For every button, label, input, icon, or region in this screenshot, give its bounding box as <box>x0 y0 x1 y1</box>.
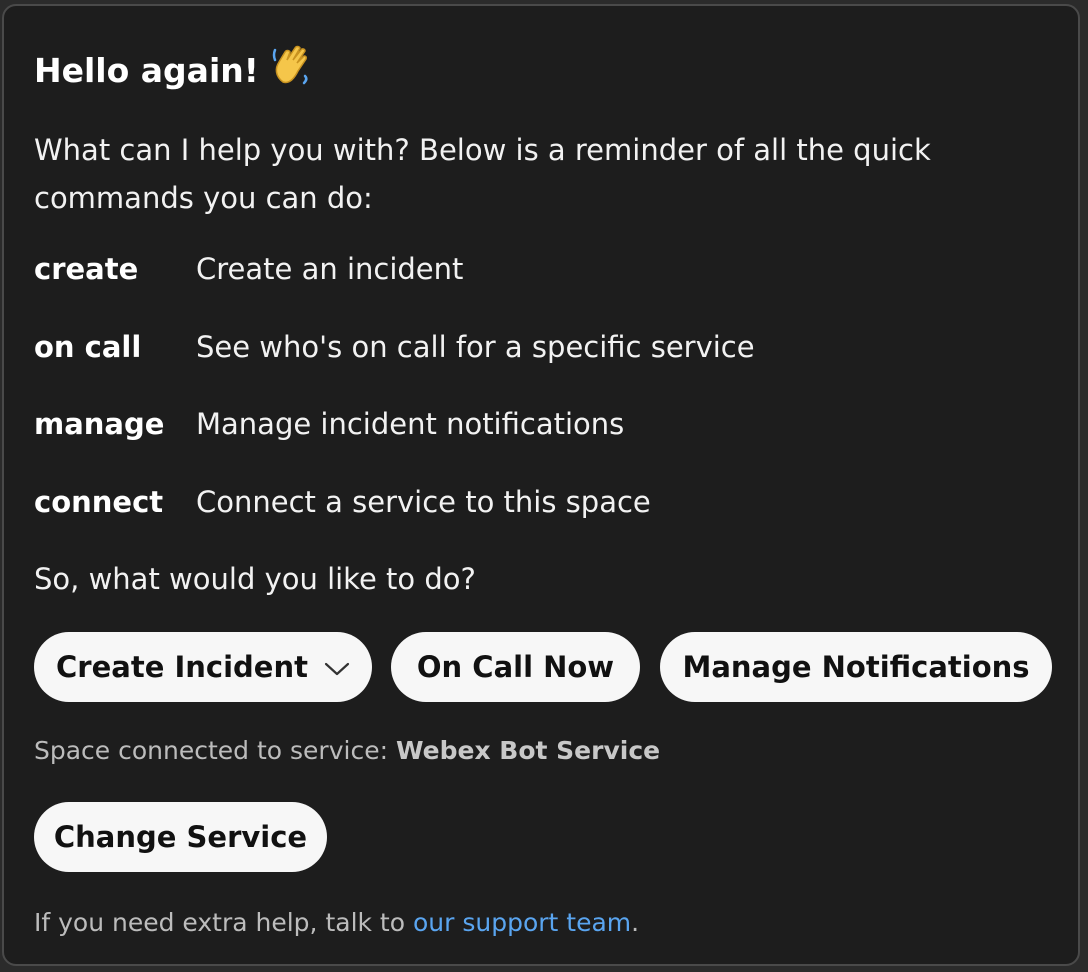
chevron-down-icon <box>324 650 350 684</box>
manage-notifications-label: Manage Notifications <box>682 650 1030 684</box>
help-text: If you need extra help, talk to our supp… <box>34 908 639 937</box>
command-description: See who's on call for a specific service <box>196 330 755 364</box>
command-description: Connect a service to this space <box>196 485 651 519</box>
greeting-title: Hello again! <box>34 42 311 94</box>
on-call-now-label: On Call Now <box>416 650 615 684</box>
support-team-link[interactable]: our support team <box>413 908 631 937</box>
service-status-prefix: Space connected to service: <box>34 736 396 765</box>
help-suffix: . <box>631 908 640 937</box>
question-text: So, what would you like to do? <box>34 562 476 596</box>
command-key: manage <box>34 407 165 441</box>
help-prefix: If you need extra help, talk to <box>34 908 413 937</box>
command-key: on call <box>34 330 142 364</box>
greeting-text: Hello again! <box>34 51 259 90</box>
service-name: Webex Bot Service <box>395 736 661 765</box>
manage-notifications-button[interactable]: Manage Notifications <box>660 632 1052 702</box>
create-incident-button[interactable]: Create Incident <box>34 632 372 702</box>
create-incident-label: Create Incident <box>56 650 308 684</box>
command-key: connect <box>34 485 164 519</box>
on-call-now-button[interactable]: On Call Now <box>391 632 640 702</box>
bot-message-card: Hello again! What can I help you with? B… <box>2 4 1080 966</box>
waving-hand-icon <box>271 42 311 94</box>
change-service-button[interactable]: Change Service <box>34 802 327 872</box>
service-status: Space connected to service: Webex Bot Se… <box>34 736 660 765</box>
command-key: create <box>34 252 139 286</box>
command-description: Create an incident <box>196 252 464 286</box>
change-service-label: Change Service <box>53 820 308 854</box>
intro-text: What can I help you with? Below is a rem… <box>34 133 931 215</box>
command-description: Manage incident notifications <box>196 407 625 441</box>
